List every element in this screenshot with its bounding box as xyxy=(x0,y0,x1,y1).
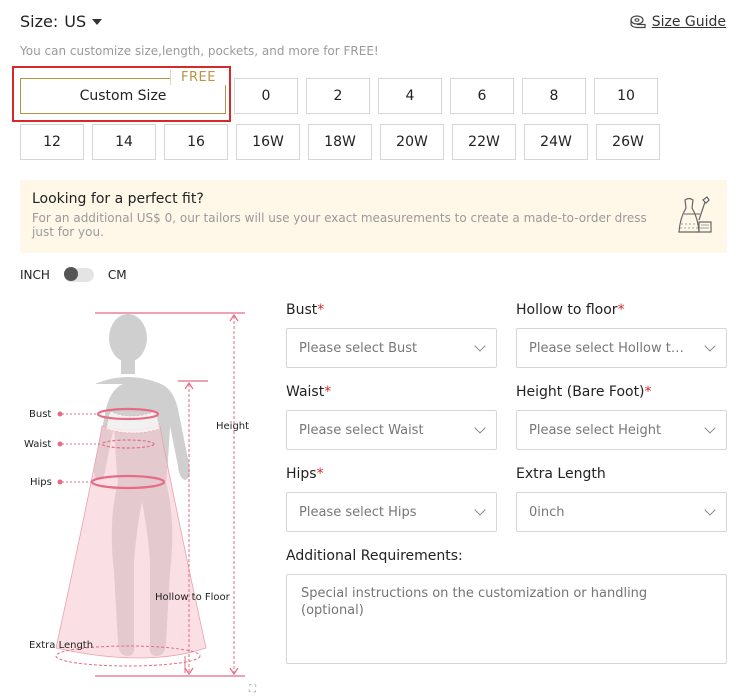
ruler-icon xyxy=(630,15,646,29)
hips-label: Hips xyxy=(286,466,317,482)
height-label: Height (Bare Foot) xyxy=(516,384,645,400)
customize-hint: You can customize size,length, pockets, … xyxy=(20,44,379,58)
size-row-1: Custom Size FREE 0 2 4 6 8 10 xyxy=(12,66,660,122)
size-option[interactable]: 4 xyxy=(378,78,442,114)
size-header: Size: US xyxy=(20,12,103,31)
bust-select[interactable]: Please select Bust xyxy=(286,328,497,368)
hips-field: Hips* Please select Hips xyxy=(286,466,497,532)
custom-size-label: Custom Size xyxy=(79,88,167,104)
size-option[interactable]: 12 xyxy=(20,124,84,160)
hollow-field: Hollow to floor* Please select Hollow to… xyxy=(516,302,727,368)
size-option[interactable]: 16W xyxy=(236,124,300,160)
required-mark: * xyxy=(324,384,332,400)
height-field: Height (Bare Foot)* Please select Height xyxy=(516,384,727,450)
required-mark: * xyxy=(617,302,625,318)
required-mark: * xyxy=(316,466,324,482)
size-label: Size: xyxy=(20,12,59,31)
size-grid: Custom Size FREE 0 2 4 6 8 10 12 14 16 1… xyxy=(12,66,660,170)
figure-label-waist: Waist xyxy=(24,439,51,450)
toggle-knob xyxy=(63,267,78,281)
figure-label-bust: Bust xyxy=(29,409,51,420)
hips-select[interactable]: Please select Hips xyxy=(286,492,497,532)
bust-field: Bust* Please select Bust xyxy=(286,302,497,368)
free-badge: FREE xyxy=(170,70,226,85)
required-mark: * xyxy=(317,302,325,318)
unit-inch-label: INCH xyxy=(20,268,50,282)
unit-toggle-switch[interactable] xyxy=(63,267,94,282)
chevron-down-icon xyxy=(704,504,716,516)
size-option[interactable]: 26W xyxy=(596,124,660,160)
required-mark: * xyxy=(644,384,652,400)
waist-label: Waist xyxy=(286,384,325,400)
hollow-label: Hollow to floor xyxy=(516,302,618,318)
caret-down-icon xyxy=(92,18,103,25)
size-unit-value: US xyxy=(64,12,87,31)
size-option[interactable]: 8 xyxy=(522,78,586,114)
chevron-down-icon xyxy=(474,340,486,352)
figure-label-height: Height xyxy=(216,421,249,432)
perfect-fit-banner: Looking for a perfect fit? For an additi… xyxy=(20,180,727,253)
measurement-figure: Bust Waist Hips Height Hollow to Floor E… xyxy=(24,312,249,677)
chevron-down-icon xyxy=(704,422,716,434)
height-select[interactable]: Please select Height xyxy=(516,410,727,450)
figure-label-extra: Extra Length xyxy=(29,640,93,651)
size-option[interactable]: 16 xyxy=(164,124,228,160)
additional-requirements-label: Additional Requirements: xyxy=(286,548,463,564)
waist-field: Waist* Please select Waist xyxy=(286,384,497,450)
size-guide-label: Size Guide xyxy=(651,14,726,30)
waist-placeholder: Please select Waist xyxy=(299,422,424,438)
unit-toggle-row: INCH CM xyxy=(20,267,127,282)
hollow-placeholder: Please select Hollow to... xyxy=(529,340,689,356)
chevron-down-icon xyxy=(474,504,486,516)
perfect-fit-title: Looking for a perfect fit? xyxy=(32,191,204,207)
size-option[interactable]: 2 xyxy=(306,78,370,114)
tailored-dress-icon xyxy=(678,196,712,233)
chevron-down-icon xyxy=(474,422,486,434)
custom-size-wrap: Custom Size FREE xyxy=(12,66,231,122)
bust-placeholder: Please select Bust xyxy=(299,340,418,356)
figure-label-hips: Hips xyxy=(30,477,52,488)
extra-length-select[interactable]: 0inch xyxy=(516,492,727,532)
expand-icon[interactable]: ⛶ xyxy=(249,684,256,695)
size-option[interactable]: 22W xyxy=(452,124,516,160)
size-option[interactable]: 24W xyxy=(524,124,588,160)
size-row-2: 12 14 16 16W 18W 20W 22W 24W 26W xyxy=(20,124,660,160)
hollow-select[interactable]: Please select Hollow to... xyxy=(516,328,727,368)
height-placeholder: Please select Height xyxy=(529,422,662,438)
waist-select[interactable]: Please select Waist xyxy=(286,410,497,450)
size-unit-dropdown[interactable]: US xyxy=(64,12,103,31)
additional-requirements-input[interactable] xyxy=(286,574,727,664)
perfect-fit-description: For an additional US$ 0, our tailors wil… xyxy=(32,211,647,239)
size-option[interactable]: 18W xyxy=(308,124,372,160)
extra-length-value: 0inch xyxy=(529,504,565,520)
bust-label: Bust xyxy=(286,302,318,318)
unit-cm-label: CM xyxy=(107,268,127,282)
hips-placeholder: Please select Hips xyxy=(299,504,417,520)
size-option[interactable]: 0 xyxy=(234,78,298,114)
size-guide-link[interactable]: Size Guide xyxy=(630,14,726,30)
size-option[interactable]: 14 xyxy=(92,124,156,160)
chevron-down-icon xyxy=(704,340,716,352)
figure-label-hollow: Hollow to Floor xyxy=(155,592,231,603)
extra-length-label: Extra Length xyxy=(516,466,606,482)
size-option[interactable]: 10 xyxy=(594,78,658,114)
size-option[interactable]: 20W xyxy=(380,124,444,160)
size-option[interactable]: 6 xyxy=(450,78,514,114)
extra-length-field: Extra Length 0inch xyxy=(516,466,727,532)
